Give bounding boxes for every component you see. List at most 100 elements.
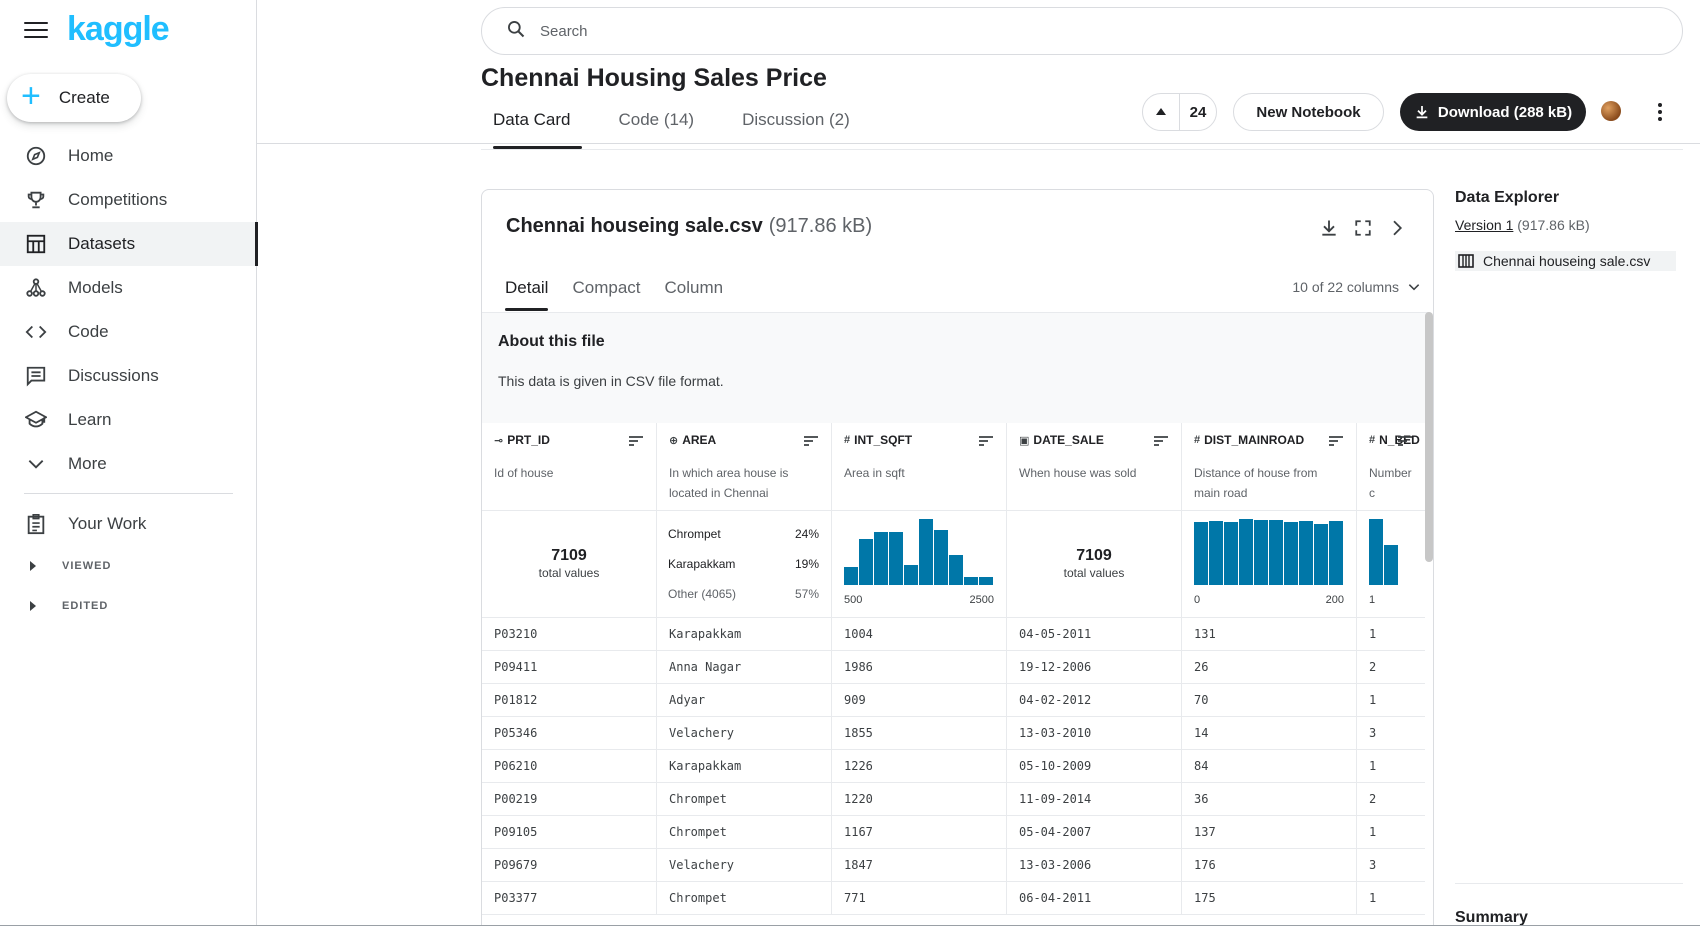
- sidebar-item-discussions[interactable]: Discussions: [0, 354, 257, 398]
- histogram-bar[interactable]: [904, 565, 918, 585]
- histogram-bar[interactable]: [979, 577, 993, 585]
- histogram-bar[interactable]: [1239, 519, 1253, 585]
- sort-icon[interactable]: [1153, 435, 1169, 447]
- summary-heading: Summary: [1455, 909, 1528, 926]
- histogram-bar[interactable]: [859, 539, 873, 585]
- histogram[interactable]: [844, 519, 994, 587]
- sidebar-item-your-work[interactable]: Your Work: [0, 502, 257, 546]
- download-icon[interactable]: [1317, 216, 1341, 240]
- histogram-bar[interactable]: [1384, 545, 1398, 585]
- sort-icon[interactable]: [1397, 435, 1413, 447]
- histogram-bar[interactable]: [889, 532, 903, 585]
- histogram-bar[interactable]: [1299, 521, 1313, 585]
- explorer-version: Version 1 (917.86 kB): [1455, 217, 1683, 233]
- histogram-bar[interactable]: [1269, 520, 1283, 585]
- fullscreen-icon[interactable]: [1351, 216, 1375, 240]
- chevron-right-icon[interactable]: [1385, 216, 1409, 240]
- sidebar-item-label: Code: [68, 322, 109, 341]
- new-notebook-button[interactable]: New Notebook: [1233, 93, 1384, 131]
- table-cell: Velachery: [657, 849, 831, 882]
- sidebar-item-label: Learn: [68, 410, 112, 429]
- column-header[interactable]: ▣ DATE_SALE When house was sold: [1007, 423, 1181, 511]
- sort-icon[interactable]: [803, 435, 819, 447]
- number-type-icon: #: [844, 434, 851, 446]
- histogram-bar[interactable]: [1314, 524, 1328, 585]
- sort-icon[interactable]: [628, 435, 644, 447]
- search-input[interactable]: [540, 22, 1540, 40]
- edited-toggle[interactable]: EDITED: [0, 586, 257, 626]
- column-name-text: PRT_ID: [507, 433, 550, 447]
- table-cell: 3: [1357, 849, 1425, 882]
- column-summary: 7109 total values: [482, 511, 656, 618]
- histogram-bar[interactable]: [844, 567, 858, 585]
- histogram-bar[interactable]: [1284, 522, 1298, 585]
- histogram-bar[interactable]: [964, 577, 978, 585]
- table-cell: 84: [1182, 750, 1356, 783]
- kaggle-logo[interactable]: kaggle: [67, 10, 170, 49]
- sidebar-item-label: Discussions: [68, 366, 159, 385]
- column-summary: 1: [1357, 511, 1425, 618]
- table-cell: Anna Nagar: [657, 651, 831, 684]
- histogram-bar[interactable]: [934, 530, 948, 585]
- sidebar-divider: [24, 493, 233, 494]
- column-description: Area in sqft: [844, 466, 905, 480]
- column-header[interactable]: # N_BED Number c: [1357, 423, 1425, 511]
- histogram-bar[interactable]: [1329, 521, 1343, 585]
- column-header[interactable]: ⊕ AREA In which area house is located in C…: [657, 423, 831, 511]
- column-header[interactable]: # DIST_MAINROAD Distance of house from mai…: [1182, 423, 1356, 511]
- create-button[interactable]: + Create: [7, 74, 141, 122]
- histogram[interactable]: [1369, 519, 1425, 587]
- table-cell: 131: [1182, 618, 1356, 651]
- table-cell: Chrompet: [657, 783, 831, 816]
- sidebar-item-models[interactable]: Models: [0, 266, 257, 310]
- histogram-bar[interactable]: [949, 555, 963, 585]
- tab-detail[interactable]: Detail: [493, 278, 560, 311]
- sidebar-item-learn[interactable]: Learn: [0, 398, 257, 442]
- data-grid: ⊸ PRT_ID Id of house 7109 total values P03210…: [482, 423, 1425, 915]
- category-percent: 57%: [794, 587, 819, 601]
- histogram-bar[interactable]: [919, 519, 933, 585]
- total-values: 7109 total values: [482, 547, 656, 580]
- tab-column[interactable]: Column: [653, 278, 736, 298]
- avatar[interactable]: [1601, 101, 1621, 121]
- sidebar-item-home[interactable]: Home: [0, 134, 257, 178]
- tab-discussion[interactable]: Discussion (2): [730, 108, 862, 140]
- upvote-button[interactable]: [1143, 94, 1180, 130]
- sort-icon[interactable]: [1328, 435, 1344, 447]
- column-header[interactable]: ⊸ PRT_ID Id of house: [482, 423, 656, 511]
- histogram-bar[interactable]: [1209, 521, 1223, 585]
- histogram-bar[interactable]: [1194, 522, 1208, 585]
- histogram-bar[interactable]: [1369, 519, 1383, 585]
- date-type-icon: ▣: [1019, 434, 1030, 447]
- table-cell: Chrompet: [657, 816, 831, 849]
- histogram-bar[interactable]: [1254, 520, 1268, 585]
- more-options-icon[interactable]: [1648, 100, 1672, 124]
- search-bar[interactable]: [481, 7, 1683, 55]
- category-row: Chrompet 24%: [668, 527, 819, 557]
- table-cell: 909: [832, 684, 1006, 717]
- column-description: Distance of house from main road: [1194, 466, 1318, 500]
- viewed-toggle[interactable]: VIEWED: [0, 546, 257, 586]
- explorer-file-item[interactable]: Chennai houseing sale.csv: [1455, 251, 1676, 271]
- version-link[interactable]: Version 1: [1455, 217, 1513, 233]
- histogram-bar[interactable]: [874, 532, 888, 585]
- sidebar-item-competitions[interactable]: Competitions: [0, 178, 257, 222]
- histogram-bar[interactable]: [1224, 522, 1238, 585]
- sidebar-item-code[interactable]: Code: [0, 310, 257, 354]
- histogram[interactable]: [1194, 519, 1344, 587]
- column-count-select[interactable]: 10 of 22 columns: [1292, 279, 1421, 295]
- download-button[interactable]: Download (288 kB): [1400, 93, 1586, 131]
- menu-icon[interactable]: [24, 22, 48, 40]
- scrollbar[interactable]: [1425, 312, 1433, 562]
- tab-compact[interactable]: Compact: [560, 278, 652, 298]
- your-work-section: Your Work VIEWED EDITED: [0, 502, 257, 626]
- tab-data-card[interactable]: Data Card: [481, 108, 583, 149]
- sidebar-item-more[interactable]: More: [0, 442, 257, 486]
- sort-icon[interactable]: [978, 435, 994, 447]
- column-name-text: AREA: [682, 433, 717, 447]
- about-title: About this file: [498, 333, 605, 350]
- column-name-text: DIST_MAINROAD: [1204, 433, 1305, 447]
- sidebar-item-datasets[interactable]: Datasets: [0, 222, 258, 266]
- column-header[interactable]: # INT_SQFT Area in sqft: [832, 423, 1006, 511]
- tab-code[interactable]: Code (14): [606, 108, 706, 140]
